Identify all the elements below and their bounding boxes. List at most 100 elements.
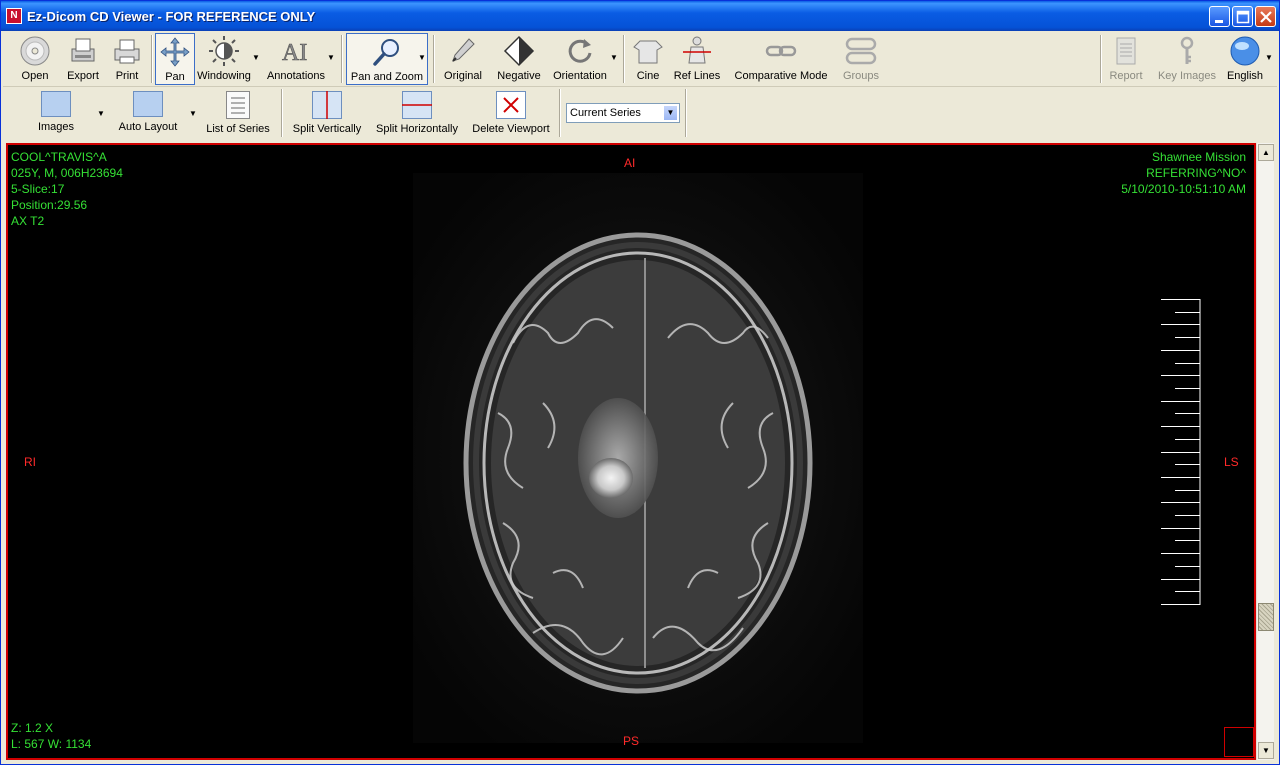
annotations-button[interactable]: AI Annotations <box>263 33 329 85</box>
series-scope-select[interactable]: Current Series ▼ <box>566 103 680 123</box>
images-dropdown-icon[interactable]: ▼ <box>97 109 105 118</box>
pan-and-zoom-label: Pan and Zoom <box>350 71 424 83</box>
cine-button[interactable]: Cine <box>629 33 667 85</box>
toolbar-separator <box>341 35 343 83</box>
rotate-icon <box>568 39 592 63</box>
chevron-down-icon[interactable]: ▼ <box>663 105 678 121</box>
slice-position: Position:29.56 <box>11 198 88 212</box>
pan-button[interactable]: Pan <box>155 33 195 85</box>
language-dropdown-icon[interactable]: ▼ <box>1265 53 1273 62</box>
negative-icon <box>503 35 535 67</box>
export-button[interactable]: Export <box>61 33 105 85</box>
delete-viewport-button[interactable]: Delete Viewport <box>469 87 553 139</box>
orientation-button[interactable]: Orientation <box>549 33 611 85</box>
close-button[interactable] <box>1255 6 1276 27</box>
app-icon: N <box>6 8 22 24</box>
ref-lines-icon <box>683 36 711 64</box>
split-vertically-button[interactable]: Split Vertically <box>289 87 365 139</box>
split-vertically-label: Split Vertically <box>292 123 362 135</box>
image-viewport[interactable]: COOL^TRAVIS^A 025Y, M, 006H23694 5-Slice… <box>6 143 1256 760</box>
negative-label: Negative <box>497 70 541 82</box>
pan-arrows-icon <box>160 37 190 67</box>
slice-number: 5-Slice:17 <box>11 182 65 196</box>
layout-toolbar: Images ▼ Auto Layout ▼ List of Series Sp… <box>3 87 1277 139</box>
print-label: Print <box>115 70 139 82</box>
export-icon <box>71 38 95 62</box>
ref-lines-button[interactable]: Ref Lines <box>673 33 721 85</box>
annotations-dropdown-icon[interactable]: ▼ <box>327 53 335 62</box>
key-images-button[interactable]: Key Images <box>1157 33 1217 85</box>
toolbar-separator <box>559 89 561 137</box>
split-horizontally-button[interactable]: Split Horizontally <box>373 87 461 139</box>
pen-icon <box>452 38 475 62</box>
orientation-left: RI <box>24 455 36 469</box>
report-icon <box>1116 37 1136 65</box>
report-label: Report <box>1109 70 1143 82</box>
patient-name: COOL^TRAVIS^A <box>11 150 107 164</box>
toolbar-separator <box>151 35 153 83</box>
maximize-button[interactable] <box>1232 6 1253 27</box>
auto-layout-icon <box>133 91 163 117</box>
split-horizontal-icon <box>402 91 432 119</box>
institution-name: Shawnee Mission <box>1151 150 1246 164</box>
language-button[interactable]: English <box>1225 33 1265 85</box>
patient-info: 025Y, M, 006H23694 <box>11 166 123 180</box>
comparative-mode-button[interactable]: Comparative Mode <box>733 33 829 85</box>
series-scope-value: Current Series <box>570 107 641 119</box>
images-button[interactable]: Images <box>33 87 79 139</box>
delete-viewport-icon <box>496 91 526 119</box>
export-label: Export <box>67 70 99 82</box>
original-button[interactable]: Original <box>440 33 486 85</box>
orientation-bottom: PS <box>623 734 640 748</box>
windowing-dropdown-icon[interactable]: ▼ <box>252 53 260 62</box>
maximize-icon <box>1236 10 1250 24</box>
windowing-button[interactable]: Windowing <box>197 33 251 85</box>
orientation-dropdown-icon[interactable]: ▼ <box>610 53 618 62</box>
split-vertical-icon <box>312 91 342 119</box>
open-button[interactable]: Open <box>13 33 57 85</box>
negative-button[interactable]: Negative <box>493 33 545 85</box>
annotations-icon: AI <box>282 40 308 67</box>
list-of-series-button[interactable]: List of Series <box>203 87 273 139</box>
scale-ruler <box>1161 299 1201 605</box>
open-label: Open <box>21 70 49 82</box>
auto-layout-label: Auto Layout <box>118 121 178 133</box>
svg-text:AI: AI <box>282 40 307 66</box>
images-layout-icon <box>41 91 71 117</box>
orientation-label: Orientation <box>553 70 607 82</box>
title-bar[interactable]: N Ez-Dicom CD Viewer - FOR REFERENCE ONL… <box>1 1 1279 31</box>
scroll-down-button[interactable]: ▼ <box>1258 742 1274 759</box>
list-of-series-label: List of Series <box>206 123 270 135</box>
zoom-level: Z: 1.2 X <box>11 721 54 735</box>
toolbar-separator <box>623 35 625 83</box>
groups-button[interactable]: Groups <box>839 33 883 85</box>
auto-layout-button[interactable]: Auto Layout <box>115 87 181 139</box>
groups-label: Groups <box>842 70 880 82</box>
cd-icon <box>20 36 50 66</box>
orientation-top: AI <box>624 156 636 170</box>
chevron-up-icon: ▲ <box>1262 148 1270 157</box>
minimize-button[interactable] <box>1209 6 1230 27</box>
sequence-name: AX T2 <box>11 214 45 228</box>
window-level: L: 567 W: 1134 <box>11 737 92 751</box>
mri-axial-brain-image[interactable] <box>413 173 863 743</box>
groups-icon <box>845 37 877 65</box>
print-button[interactable]: Print <box>107 33 147 85</box>
scroll-thumb[interactable] <box>1258 603 1274 631</box>
scroll-up-button[interactable]: ▲ <box>1258 144 1274 161</box>
auto-layout-dropdown-icon[interactable]: ▼ <box>189 109 197 118</box>
windowing-icon <box>209 36 239 66</box>
key-icon <box>1180 36 1194 64</box>
viewport-locator-box[interactable] <box>1224 727 1254 757</box>
vertical-scrollbar[interactable]: ▲ ▼ <box>1256 143 1274 760</box>
orientation-right: LS <box>1224 455 1239 469</box>
toolbar-separator <box>685 89 687 137</box>
toolbar-separator <box>1100 35 1102 83</box>
chain-link-icon <box>765 45 797 57</box>
pan-and-zoom-dropdown-icon[interactable]: ▼ <box>418 53 426 62</box>
pan-and-zoom-button[interactable]: Pan and Zoom <box>346 33 428 85</box>
report-button[interactable]: Report <box>1105 33 1147 85</box>
cine-icon <box>633 40 663 64</box>
annotations-label: Annotations <box>266 70 326 82</box>
main-toolbar: Open Export Print Pan Windowing ▼ AI Ann… <box>3 31 1277 87</box>
